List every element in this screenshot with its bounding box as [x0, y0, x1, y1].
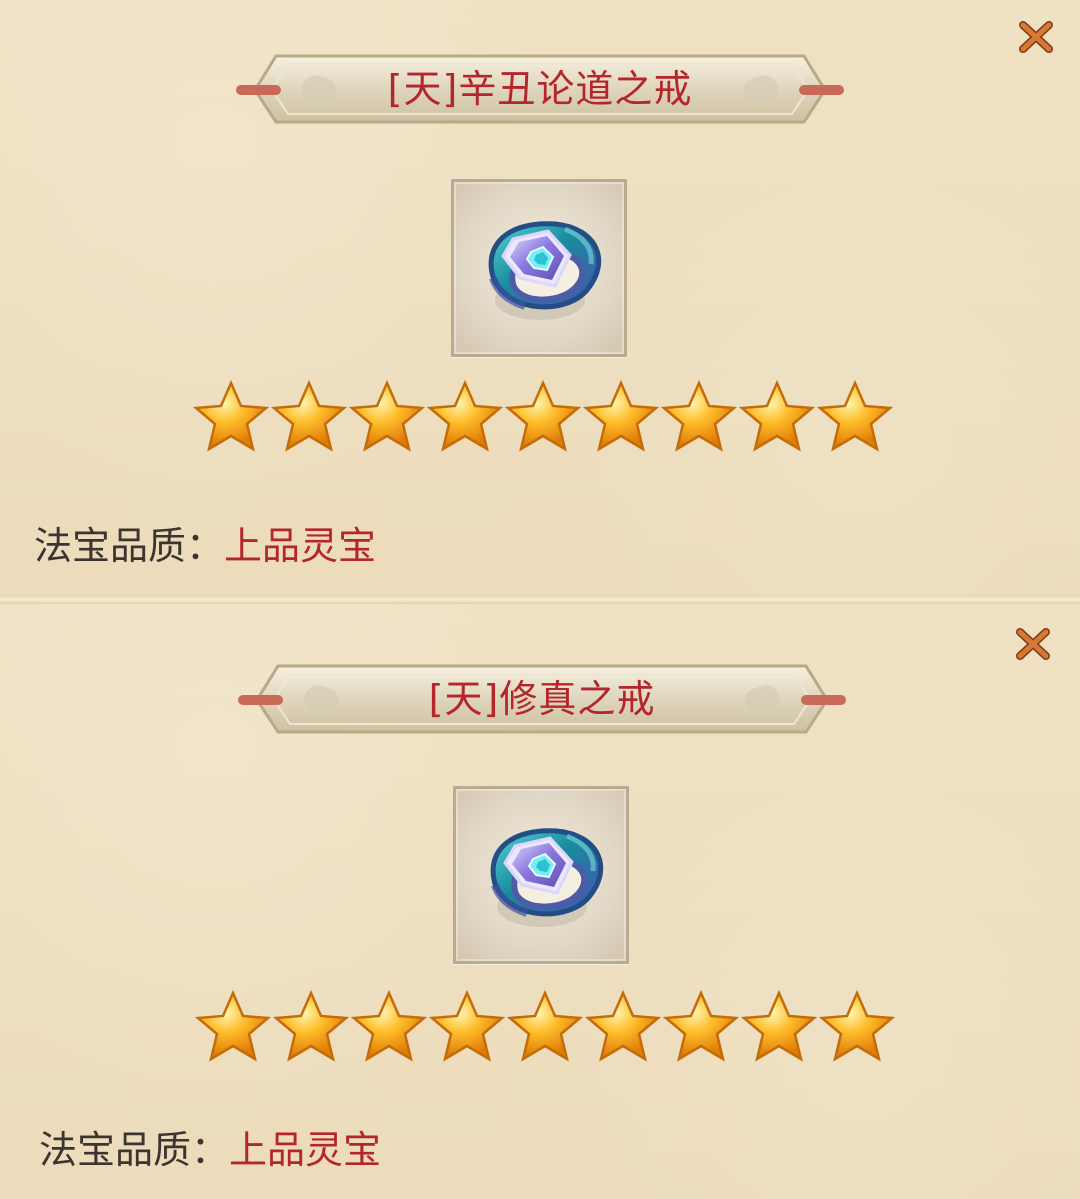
star-icon — [506, 988, 584, 1066]
panel-divider — [0, 595, 1080, 604]
star-rating — [194, 988, 896, 1066]
star-icon — [348, 378, 426, 456]
close-button-2[interactable] — [1012, 622, 1056, 666]
item-panel-2: [天]修真之戒 法宝品质：上品灵宝 — [0, 604, 1080, 1199]
star-icon — [740, 988, 818, 1066]
close-icon — [1016, 628, 1050, 660]
star-icon — [192, 378, 270, 456]
ring-icon — [488, 221, 602, 320]
star-icon — [426, 378, 504, 456]
star-icon — [504, 378, 582, 456]
item-comparison-screen: [天]辛丑论道之戒 法宝品质：上品灵宝 [天]修真之戒 法宝品质：上品灵宝 — [0, 0, 1080, 1199]
item-quality-line: 法宝品质：上品灵宝 — [39, 1126, 381, 1174]
star-icon — [738, 378, 816, 456]
item-title: [天]修真之戒 — [428, 677, 656, 721]
star-icon — [660, 378, 738, 456]
quality-value: 上品灵宝 — [229, 1128, 382, 1172]
item-panel-1: [天]辛丑论道之戒 法宝品质：上品灵宝 — [0, 0, 1080, 595]
star-icon — [816, 378, 894, 456]
item-title-banner-2: [天]修真之戒 — [232, 660, 852, 738]
star-icon — [662, 988, 740, 1066]
close-button-1[interactable] — [1015, 15, 1059, 59]
close-icon — [1019, 21, 1053, 53]
quality-label: 法宝品质： — [39, 1128, 230, 1172]
star-icon — [428, 988, 506, 1066]
star-rating — [192, 378, 894, 456]
star-icon — [270, 378, 348, 456]
quality-value: 上品灵宝 — [224, 524, 377, 568]
item-title-banner-1: [天]辛丑论道之戒 — [230, 50, 850, 128]
ring-icon — [490, 828, 604, 927]
star-icon — [350, 988, 428, 1066]
item-quality-line: 法宝品质：上品灵宝 — [34, 522, 376, 570]
item-icon-frame[interactable] — [453, 786, 629, 964]
star-icon — [584, 988, 662, 1066]
star-icon — [194, 988, 272, 1066]
item-title: [天]辛丑论道之戒 — [387, 67, 693, 111]
item-icon-frame[interactable] — [451, 179, 627, 357]
quality-label: 法宝品质： — [34, 524, 225, 568]
star-icon — [272, 988, 350, 1066]
star-icon — [818, 988, 896, 1066]
star-icon — [582, 378, 660, 456]
